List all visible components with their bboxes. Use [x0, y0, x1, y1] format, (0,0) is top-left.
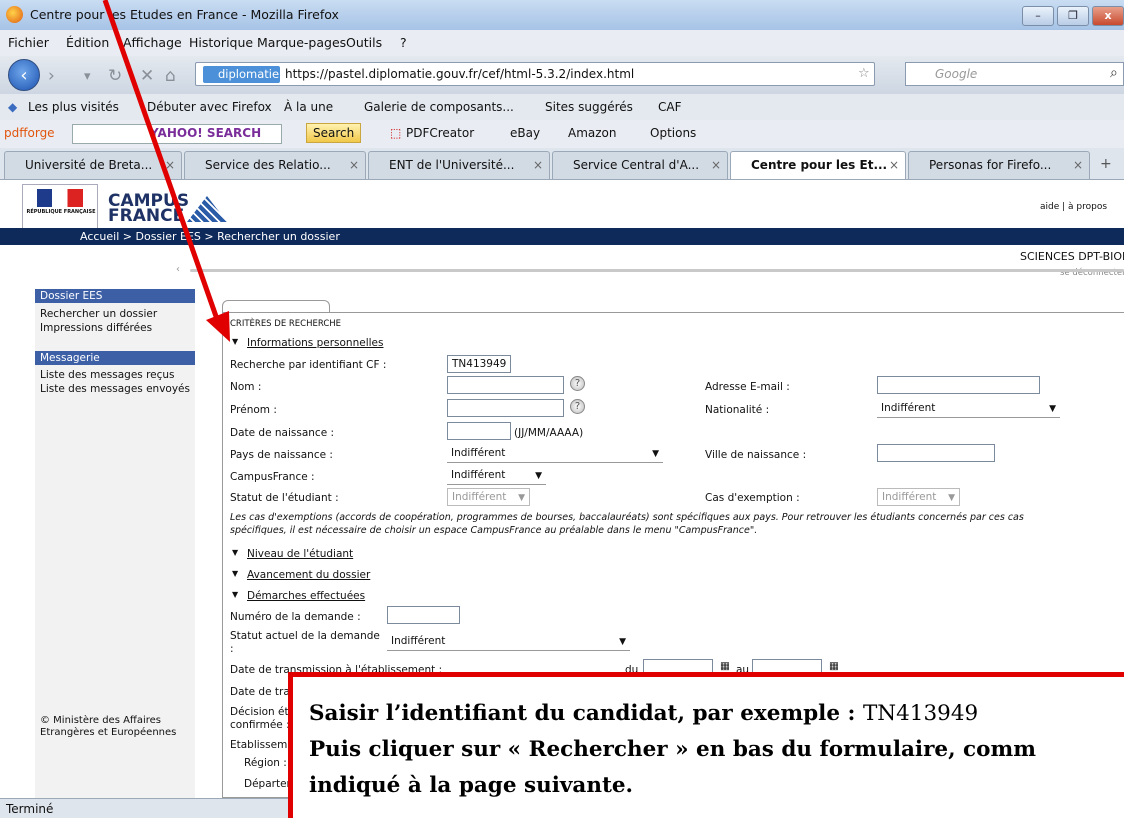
callout-line-3: indiqué à la page suivante.	[309, 773, 634, 798]
callout-line-1: Saisir l’identifiant du candidat, par ex…	[309, 701, 979, 726]
instruction-callout: Saisir l’identifiant du candidat, par ex…	[288, 672, 1124, 818]
callout-line-2: Puis cliquer sur « Rechercher » en bas d…	[309, 737, 1036, 762]
